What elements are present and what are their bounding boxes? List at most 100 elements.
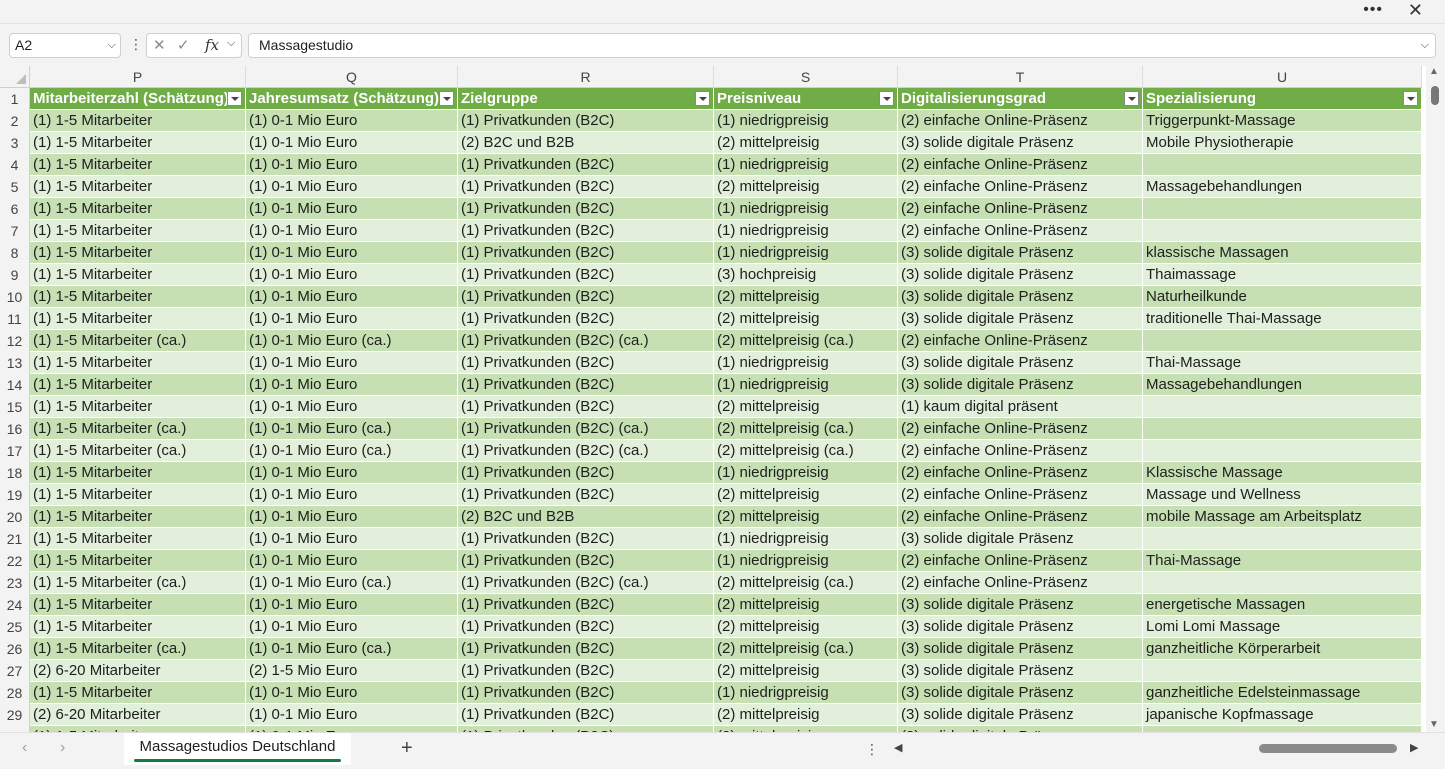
formula-options-icon[interactable]: ⋮ (129, 36, 143, 53)
table-cell[interactable]: mobile Massage am Arbeitsplatz (1143, 506, 1422, 528)
table-cell[interactable]: (1) Privatkunden (B2C) (458, 704, 714, 726)
row-number[interactable]: 21 (0, 528, 30, 550)
table-cell[interactable]: (1) 1-5 Mitarbeiter (30, 132, 246, 154)
table-cell[interactable]: (3) solide digitale Präsenz (898, 528, 1143, 550)
table-cell[interactable]: (1) 1-5 Mitarbeiter (30, 594, 246, 616)
table-cell[interactable]: (1) 0-1 Mio Euro (246, 616, 458, 638)
header-cell[interactable]: Digitalisierungsgrad (898, 88, 1143, 110)
table-cell[interactable]: (2) 6-20 Mitarbeiter (30, 660, 246, 682)
table-cell[interactable]: ganzheitliche Edelsteinmassage (1143, 682, 1422, 704)
row-number[interactable]: 14 (0, 374, 30, 396)
filter-dropdown-icon[interactable] (439, 91, 454, 106)
table-cell[interactable] (1143, 660, 1422, 682)
filter-dropdown-icon[interactable] (1124, 91, 1139, 106)
table-cell[interactable]: (1) 1-5 Mitarbeiter (30, 110, 246, 132)
table-cell[interactable]: (2) mittelpreisig (ca.) (714, 572, 898, 594)
table-cell[interactable]: (1) Privatkunden (B2C) (458, 374, 714, 396)
table-cell[interactable]: (1) 1-5 Mitarbeiter (ca.) (30, 440, 246, 462)
table-cell[interactable]: (1) kaum digital präsent (898, 396, 1143, 418)
table-cell[interactable]: (1) Privatkunden (B2C) (458, 286, 714, 308)
table-cell[interactable] (1143, 440, 1422, 462)
table-cell[interactable]: (1) 1-5 Mitarbeiter (30, 308, 246, 330)
table-cell[interactable]: (2) einfache Online-Präsenz (898, 550, 1143, 572)
row-number[interactable]: 11 (0, 308, 30, 330)
table-cell[interactable]: (1) 0-1 Mio Euro (246, 462, 458, 484)
row-number[interactable]: 24 (0, 594, 30, 616)
table-cell[interactable]: (1) 0-1 Mio Euro (ca.) (246, 418, 458, 440)
table-cell[interactable]: (3) solide digitale Präsenz (898, 616, 1143, 638)
row-number[interactable]: 9 (0, 264, 30, 286)
table-cell[interactable]: (1) Privatkunden (B2C) (458, 176, 714, 198)
table-cell[interactable]: (1) niedrigpreisig (714, 110, 898, 132)
expand-formula-icon[interactable]: ⌵ (1421, 34, 1429, 57)
row-number[interactable]: 2 (0, 110, 30, 132)
spreadsheet-grid[interactable]: P Q R S T U 1 Mitarbeiterzahl (Schätzung) Jahres… (0, 66, 1445, 732)
filter-dropdown-icon[interactable] (227, 91, 242, 106)
table-cell[interactable]: (2) einfache Online-Präsenz (898, 220, 1143, 242)
table-cell[interactable]: (1) Privatkunden (B2C) (458, 594, 714, 616)
table-cell[interactable]: (3) solide digitale Präsenz (898, 660, 1143, 682)
sheet-tab-active[interactable]: Massagestudios Deutschland (124, 733, 351, 765)
table-cell[interactable]: (1) Privatkunden (B2C) (458, 616, 714, 638)
table-cell[interactable] (1143, 528, 1422, 550)
table-cell[interactable]: klassische Massagen (1143, 242, 1422, 264)
column-header-r[interactable]: R (458, 66, 714, 88)
row-number[interactable]: 13 (0, 352, 30, 374)
table-cell[interactable]: (1) Privatkunden (B2C) (ca.) (458, 440, 714, 462)
table-cell[interactable]: (1) Privatkunden (B2C) (458, 242, 714, 264)
scroll-left-icon[interactable]: ◀ (894, 741, 902, 754)
table-cell[interactable]: (1) 1-5 Mitarbeiter (30, 154, 246, 176)
table-cell[interactable]: (1) niedrigpreisig (714, 220, 898, 242)
table-cell[interactable]: Thai-Massage (1143, 352, 1422, 374)
select-all-button[interactable] (0, 66, 30, 88)
row-number[interactable]: 18 (0, 462, 30, 484)
table-cell[interactable]: (3) solide digitale Präsenz (898, 352, 1143, 374)
table-cell[interactable]: (1) 0-1 Mio Euro (ca.) (246, 330, 458, 352)
table-cell[interactable]: (1) 1-5 Mitarbeiter (30, 396, 246, 418)
table-cell[interactable]: Triggerpunkt-Massage (1143, 110, 1422, 132)
vertical-scroll-thumb[interactable] (1431, 86, 1439, 105)
table-cell[interactable]: (1) 1-5 Mitarbeiter (30, 616, 246, 638)
filter-dropdown-icon[interactable] (1403, 91, 1418, 106)
table-cell[interactable]: (1) 0-1 Mio Euro (ca.) (246, 638, 458, 660)
table-cell[interactable]: (1) Privatkunden (B2C) (458, 308, 714, 330)
table-cell[interactable]: (2) einfache Online-Präsenz (898, 198, 1143, 220)
scroll-down-icon[interactable]: ▼ (1429, 719, 1439, 730)
row-number[interactable]: 22 (0, 550, 30, 572)
row-number[interactable]: 26 (0, 638, 30, 660)
table-cell[interactable]: (3) solide digitale Präsenz (898, 286, 1143, 308)
table-cell[interactable]: (2) mittelpreisig (714, 594, 898, 616)
table-cell[interactable]: (1) 1-5 Mitarbeiter (30, 506, 246, 528)
cancel-icon[interactable]: ✕ (153, 36, 166, 54)
table-cell[interactable]: (1) Privatkunden (B2C) (458, 660, 714, 682)
table-cell[interactable]: (2) einfache Online-Präsenz (898, 154, 1143, 176)
table-cell[interactable]: (2) mittelpreisig (714, 660, 898, 682)
table-cell[interactable]: (3) solide digitale Präsenz (898, 638, 1143, 660)
table-cell[interactable]: (3) solide digitale Präsenz (898, 374, 1143, 396)
table-cell[interactable] (1143, 418, 1422, 440)
table-cell[interactable]: (1) 1-5 Mitarbeiter (ca.) (30, 572, 246, 594)
next-sheet-icon[interactable]: › (60, 739, 65, 757)
table-cell[interactable]: Klassische Massage (1143, 462, 1422, 484)
table-cell[interactable]: (2) mittelpreisig (714, 616, 898, 638)
table-cell[interactable]: ganzheitliche Körperarbeit (1143, 638, 1422, 660)
table-cell[interactable]: (1) 1-5 Mitarbeiter (30, 528, 246, 550)
formula-input[interactable]: Massagestudio ⌵ (248, 33, 1436, 58)
row-number[interactable]: 25 (0, 616, 30, 638)
table-cell[interactable]: (1) Privatkunden (B2C) (458, 396, 714, 418)
table-cell[interactable] (1143, 572, 1422, 594)
table-cell[interactable]: (1) 0-1 Mio Euro (246, 594, 458, 616)
table-cell[interactable]: (1) 0-1 Mio Euro (246, 396, 458, 418)
table-cell[interactable]: (1) niedrigpreisig (714, 352, 898, 374)
table-cell[interactable]: (1) 0-1 Mio Euro (246, 110, 458, 132)
column-header-t[interactable]: T (898, 66, 1143, 88)
table-cell[interactable]: (1) 1-5 Mitarbeiter (30, 484, 246, 506)
table-cell[interactable]: Massagebehandlungen (1143, 374, 1422, 396)
add-sheet-button[interactable]: + (401, 737, 413, 760)
table-cell[interactable]: (1) niedrigpreisig (714, 198, 898, 220)
row-number[interactable]: 4 (0, 154, 30, 176)
header-cell[interactable]: Zielgruppe (458, 88, 714, 110)
table-cell[interactable]: (2) einfache Online-Präsenz (898, 572, 1143, 594)
table-cell[interactable]: (2) 6-20 Mitarbeiter (30, 704, 246, 726)
row-number[interactable]: 8 (0, 242, 30, 264)
